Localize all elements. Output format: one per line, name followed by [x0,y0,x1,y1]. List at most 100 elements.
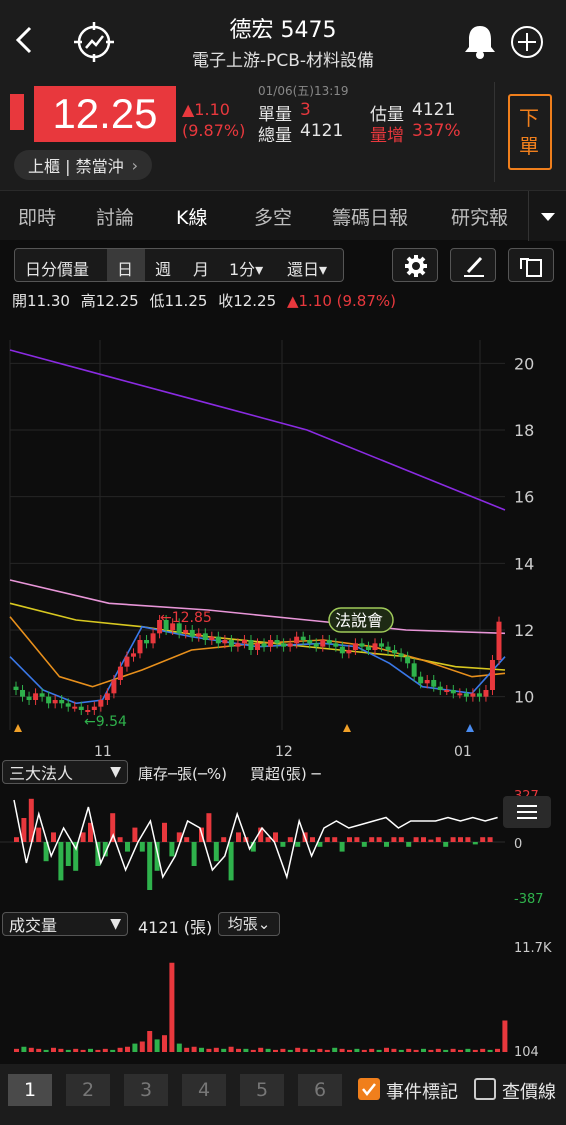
y-tick-label: 20 [514,354,534,373]
inst-bar [36,827,42,842]
candle-body [33,693,39,700]
quote-datetime: 01/06(五)13:19 [258,84,349,98]
ohlc-high: 高12.25 [80,292,139,310]
panel-resize-handle[interactable] [503,796,551,828]
candle-body [339,646,345,654]
page-2[interactable]: 2 [66,1074,110,1106]
candle-body [463,693,469,697]
candle-body [365,646,371,650]
period-day[interactable]: 日 [117,256,133,280]
volume-bar [88,1048,93,1052]
period-restore[interactable]: 還日▾ [287,256,327,280]
candle-body [300,636,306,640]
candle-body [320,640,326,647]
institutional-chart[interactable]: 327 0 -387 [0,786,566,908]
tab-more-icon[interactable] [528,191,566,241]
candle-body [72,706,78,709]
volume-bar [295,1047,301,1052]
tab-kline[interactable]: K線 [176,203,207,230]
candle-body [483,690,489,697]
ma-line [9,602,506,671]
tab-long-short[interactable]: 多空 [254,203,292,230]
volume-dropdown[interactable]: 成交量 ▼ [2,912,128,936]
volume-bar [450,1048,456,1052]
dropdown-arrow-icon: ▼ [110,764,121,780]
candle-body [418,676,424,684]
tab-realtime[interactable]: 即時 [18,203,56,230]
volume-bar [317,1048,323,1052]
order-button[interactable]: 下單 [508,94,552,170]
candle-body [46,696,52,704]
page-6-label: 6 [313,1079,327,1101]
candle-body [124,656,130,667]
target-trend-icon[interactable] [72,20,116,64]
candle-body [222,640,228,644]
volume-bar [458,1049,463,1052]
volume-bar [354,1048,360,1052]
price-line-checkbox[interactable] [474,1078,496,1100]
period-month[interactable]: 月 [193,256,209,280]
volume-bar [162,1035,167,1052]
page-5[interactable]: 5 [240,1074,284,1106]
draw-button[interactable] [450,248,496,282]
period-minute[interactable]: 1分▾ [229,256,263,280]
page-4-label: 4 [197,1079,211,1101]
volume-bar [421,1048,426,1052]
candle-body [326,640,332,644]
back-icon[interactable] [8,22,38,58]
candle-body [431,680,437,687]
add-icon[interactable] [509,24,545,60]
rotate-button[interactable] [508,248,554,282]
vol-incr-label: 量增 [370,126,404,146]
chevron-right-icon: › [131,155,138,175]
y-tick-label: 16 [514,488,534,507]
candle-body [307,640,313,644]
inst-zero-tick: 0 [514,837,522,852]
inst-bar [361,842,367,847]
tab-research[interactable]: 研究報 [451,203,523,230]
volume-bar [73,1048,79,1052]
rotate-icon [520,258,542,277]
candle-body [437,686,443,690]
inst-bar [221,837,227,842]
event-triangle-1[interactable] [14,724,22,732]
candle-body [189,630,195,637]
candle-body [274,640,280,644]
volume-chart[interactable]: 11.7K 104 [0,938,566,1062]
page-3[interactable]: 3 [124,1074,168,1106]
avg-vol-button[interactable]: 均張⌄ [218,912,280,936]
inst-bar [51,832,56,842]
volume-bar [376,1049,382,1052]
event-mark-checkbox[interactable] [358,1078,380,1100]
volume-bar [169,962,175,1052]
institutional-dropdown[interactable]: 三大法人 ▼ [2,760,128,784]
event-triangle-3[interactable] [466,724,474,732]
current-price: 12.25 [52,90,158,137]
tab-discussion[interactable]: 討論 [96,203,134,230]
bell-icon[interactable] [462,22,498,60]
kline-chart[interactable]: 20 18 16 14 12 10 ←12.85 ←9.54 法說會 11 12 01 [0,320,566,760]
volume-bar [14,1048,19,1052]
candle-body [144,640,150,644]
vol-incr-value: 337% [412,121,461,141]
candle-body [346,650,352,654]
y-tick-label: 18 [514,421,534,440]
candle-body [444,690,450,692]
total-vol-value: 4121 [300,121,344,141]
page-1[interactable]: 1 [8,1074,52,1106]
candle-body [91,706,97,710]
high-marker: ←12.85 [160,610,212,626]
tab-chip-daily[interactable]: 籌碼日報 [332,203,408,230]
period-day-price-vol[interactable]: 日分價量 [25,256,89,280]
candle-body [130,653,136,657]
settings-button[interactable] [392,248,438,282]
inst-bar [139,842,145,852]
period-week[interactable]: 週 [155,256,171,280]
event-triangle-2[interactable] [343,724,351,732]
inst-bar [213,842,219,862]
page-4[interactable]: 4 [182,1074,226,1106]
event-badge[interactable]: 法說會 [328,607,394,633]
page-6[interactable]: 6 [298,1074,342,1106]
inst-bar [80,832,86,842]
market-tag[interactable]: 上櫃 | 禁當沖 › [14,150,152,180]
